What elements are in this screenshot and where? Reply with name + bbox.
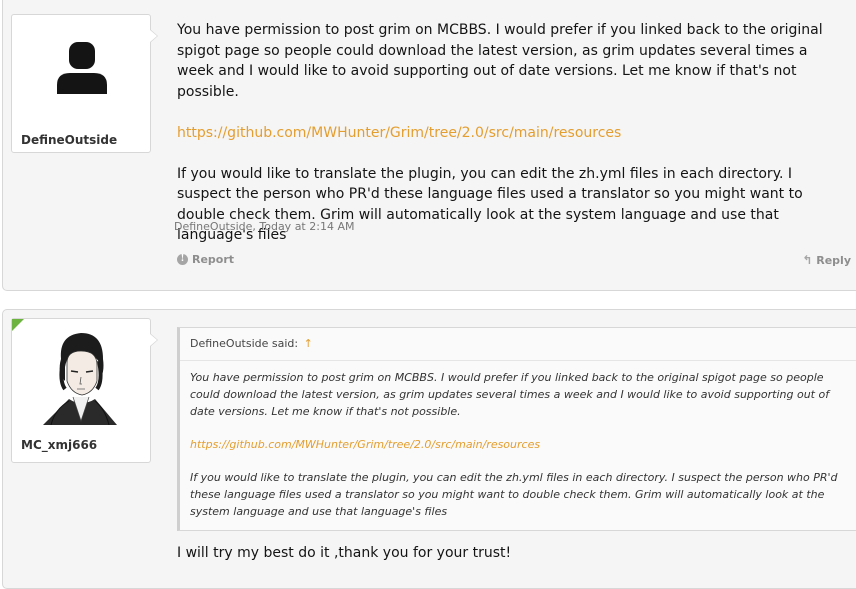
- reply-label: Reply: [816, 253, 851, 267]
- message-post: DefineOutside You have permission to pos…: [2, 0, 856, 291]
- message-paragraph: I will try my best do it ,thank you for …: [177, 545, 512, 561]
- quote-author[interactable]: DefineOutside said:: [190, 337, 298, 350]
- message-body: You have permission to post grim on MCBB…: [177, 20, 845, 246]
- quote-body: You have permission to post grim on MCBB…: [180, 361, 856, 530]
- username-link[interactable]: MC_xmj666: [21, 438, 97, 452]
- report-label: Report: [192, 253, 235, 266]
- user-info-card: DefineOutside: [11, 14, 158, 153]
- message-body: I will try my best do it ,thank you for …: [177, 543, 845, 564]
- quote-header: DefineOutside said: ↑: [180, 328, 856, 361]
- message-paragraph: You have permission to post grim on MCBB…: [177, 22, 823, 100]
- info-icon: !: [177, 254, 188, 265]
- message-post: MC_xmj666 DefineOutside said: ↑ You have…: [2, 309, 856, 589]
- default-avatar-icon[interactable]: [56, 42, 108, 94]
- quote-github-link[interactable]: https://github.com/MWHunter/Grim/tree/2.…: [190, 438, 540, 451]
- report-button[interactable]: ! Report: [177, 253, 234, 266]
- author-link[interactable]: DefineOutside: [174, 220, 252, 233]
- reply-arrow-icon: ↰: [802, 253, 813, 267]
- message-paragraph: If you would like to translate the plugi…: [177, 165, 803, 244]
- reply-button[interactable]: ↰ Reply: [802, 253, 851, 267]
- user-info-card: MC_xmj666: [11, 318, 158, 463]
- user-avatar[interactable]: [41, 329, 119, 425]
- post-timestamp[interactable]: , Today at 2:14 AM: [252, 220, 354, 233]
- quote-paragraph: You have permission to post grim on MCBB…: [190, 371, 830, 418]
- quoted-message: DefineOutside said: ↑ You have permissio…: [177, 327, 856, 531]
- github-resources-link[interactable]: https://github.com/MWHunter/Grim/tree/2.…: [177, 125, 621, 141]
- quote-paragraph: If you would like to translate the plugi…: [190, 471, 838, 518]
- online-status-badge: [12, 319, 24, 331]
- jump-to-quote-icon[interactable]: ↑: [304, 337, 313, 350]
- username-link[interactable]: DefineOutside: [21, 133, 117, 147]
- post-meta: DefineOutside, Today at 2:14 AM: [174, 220, 354, 233]
